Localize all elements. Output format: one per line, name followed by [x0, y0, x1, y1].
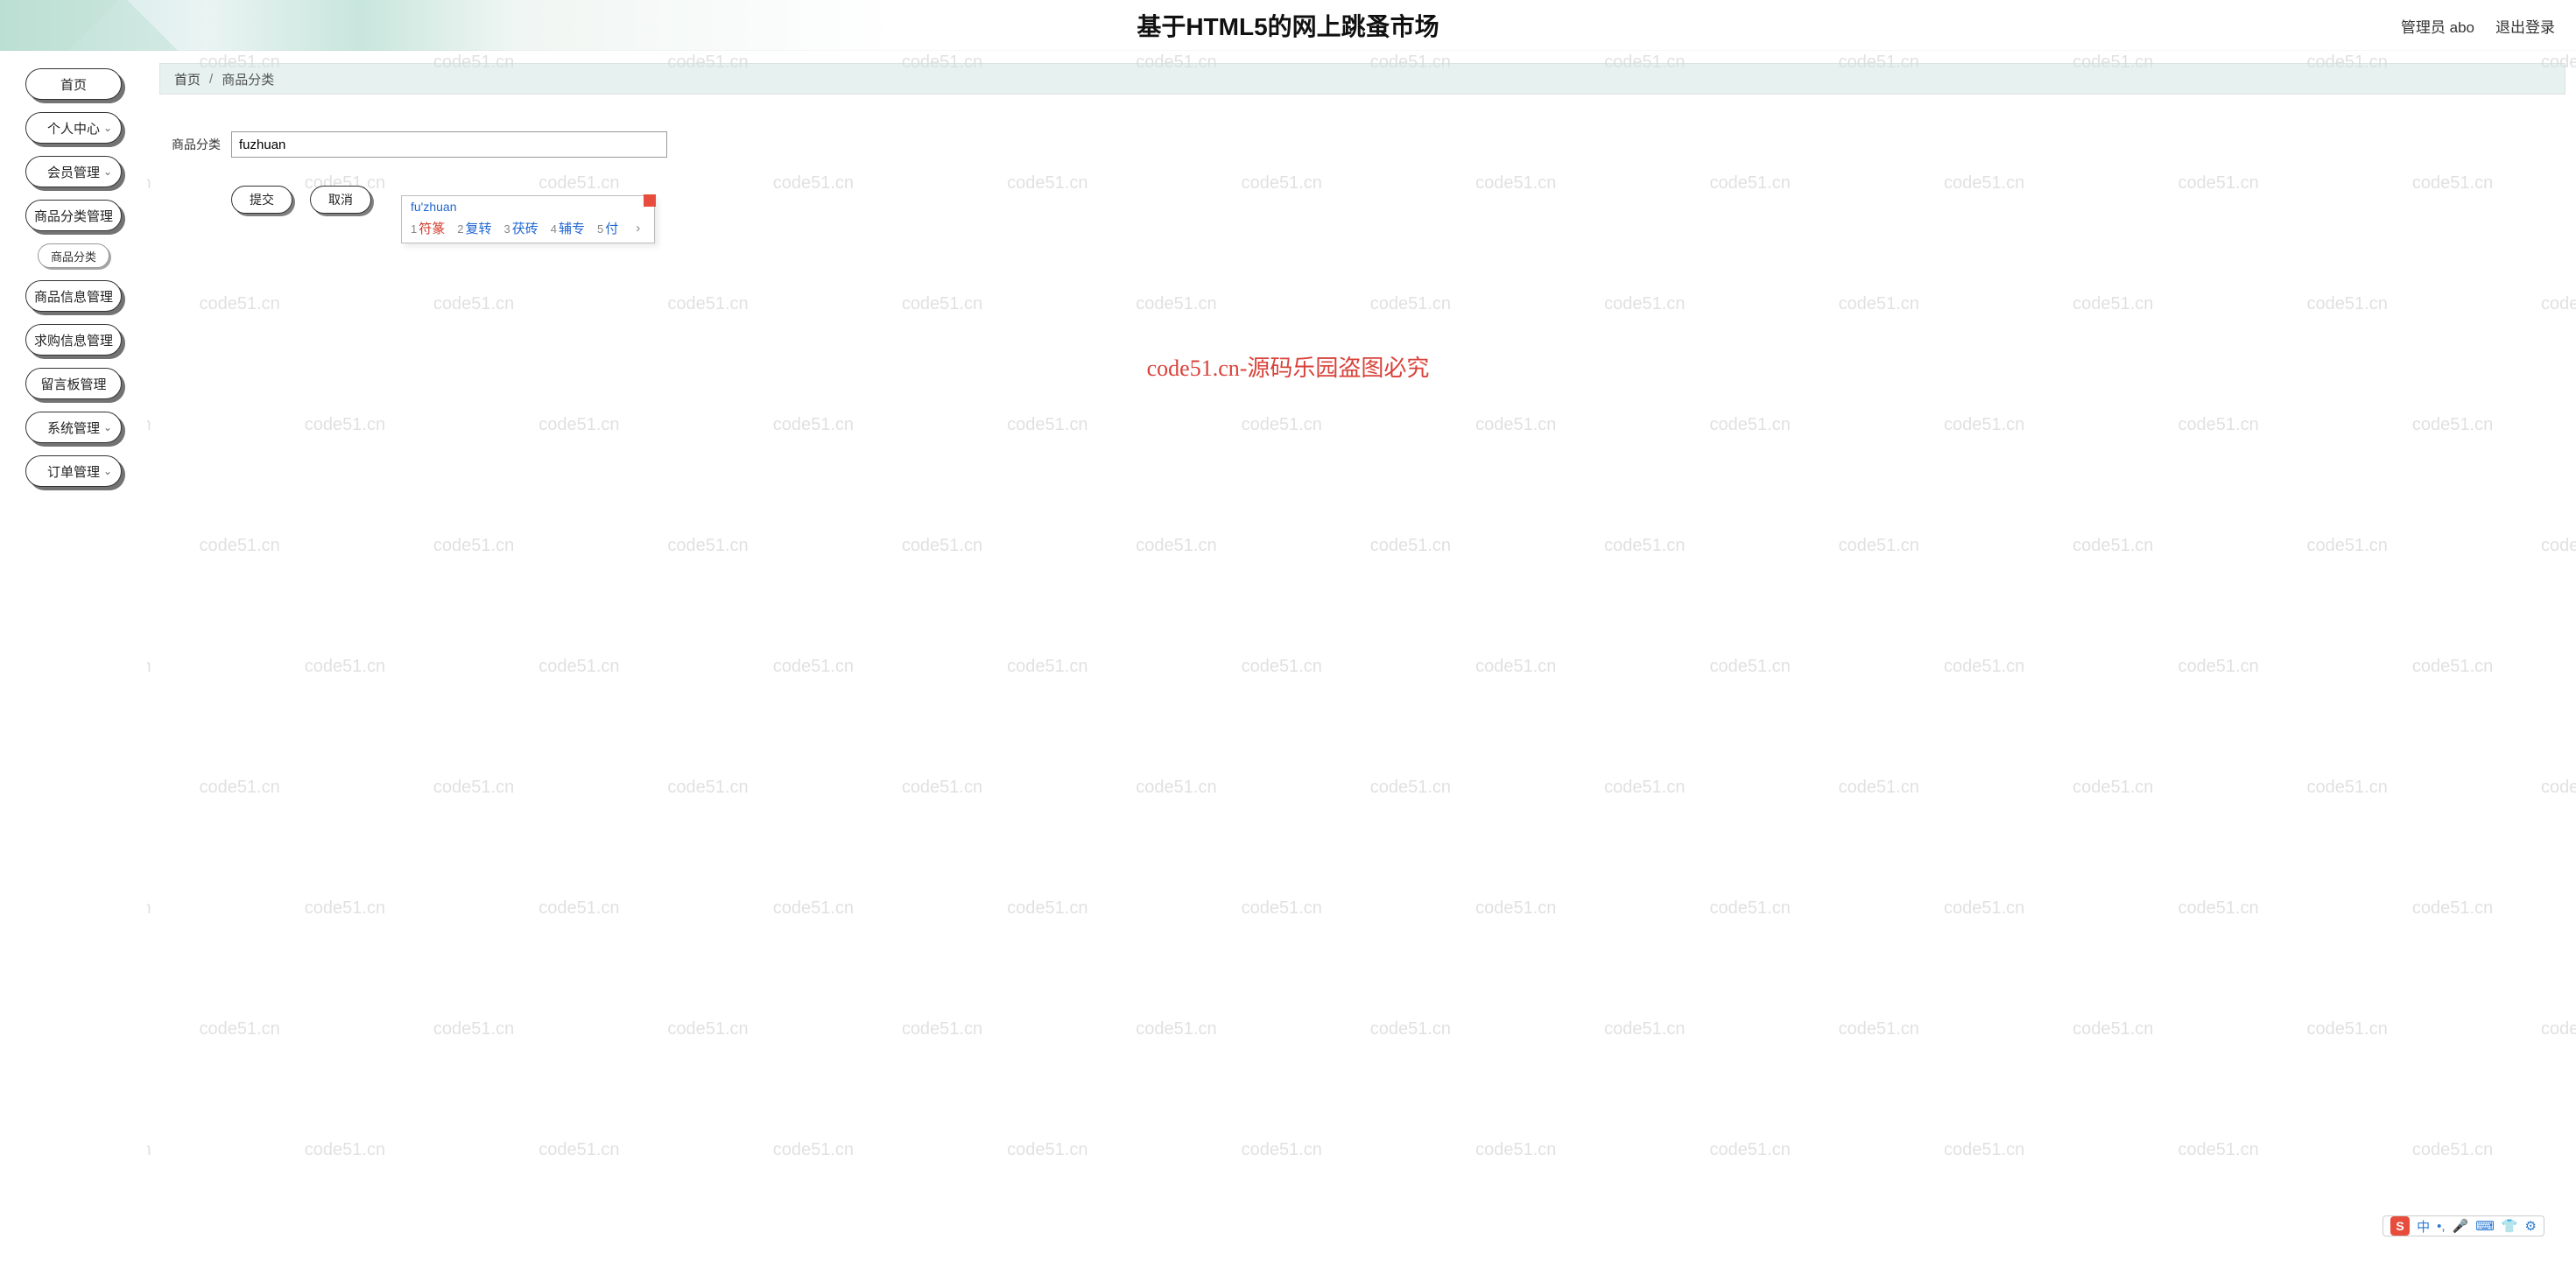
- ime-candidate-popup: fu'zhuan 1符篆 2复转 3茯砖 4辅专 5付 ›: [401, 195, 655, 243]
- ime-candidate-3[interactable]: 3茯砖: [504, 219, 538, 237]
- category-input[interactable]: [231, 131, 667, 158]
- ime-cand-text: 付: [605, 222, 618, 236]
- ime-softkbd-icon[interactable]: ⌨: [2475, 1218, 2495, 1234]
- nav-label: 求购信息管理: [34, 331, 113, 349]
- admin-label[interactable]: 管理员 abo: [2401, 15, 2474, 37]
- breadcrumb-separator: /: [209, 72, 213, 87]
- nav-category[interactable]: 商品分类管理: [25, 200, 122, 231]
- chevron-down-icon: ⌄: [103, 166, 112, 178]
- nav-label: 商品分类管理: [34, 207, 113, 225]
- nav-message[interactable]: 留言板管理: [25, 368, 122, 399]
- nav-label: 留言板管理: [40, 375, 106, 393]
- nav-wanted[interactable]: 求购信息管理: [25, 324, 122, 356]
- category-field-label: 商品分类: [159, 136, 221, 153]
- app-title: 基于HTML5的网上跳蚤市场: [1137, 8, 1439, 43]
- ime-punct-icon[interactable]: •,: [2437, 1219, 2445, 1234]
- ime-cand-num: 1: [411, 222, 417, 236]
- ime-next-page-icon[interactable]: ›: [636, 221, 640, 236]
- header-decoration: [0, 0, 543, 51]
- nav-label: 个人中心: [47, 119, 100, 137]
- app-header: 基于HTML5的网上跳蚤市场 管理员 abo 退出登录: [0, 0, 2576, 51]
- chevron-down-icon: ⌄: [103, 122, 112, 134]
- main-content: 首页 / 商品分类 商品分类 提交 取消 fu'zhuan 1符篆 2复转 3茯…: [159, 63, 2565, 1261]
- nav-members[interactable]: 会员管理 ⌄: [25, 156, 122, 187]
- ime-candidate-4[interactable]: 4辅专: [551, 219, 585, 237]
- ime-cand-text: 符篆: [419, 222, 445, 236]
- ime-cand-num: 4: [551, 222, 557, 236]
- cancel-button[interactable]: 取消: [310, 186, 371, 214]
- breadcrumb: 首页 / 商品分类: [159, 63, 2565, 95]
- ime-cand-text: 茯砖: [512, 222, 538, 236]
- breadcrumb-current: 商品分类: [222, 70, 274, 88]
- nav-order[interactable]: 订单管理 ⌄: [25, 455, 122, 487]
- sogou-logo-icon[interactable]: S: [2390, 1216, 2410, 1236]
- nav-system[interactable]: 系统管理 ⌄: [25, 412, 122, 443]
- ime-candidate-2[interactable]: 2复转: [457, 219, 491, 237]
- breadcrumb-home[interactable]: 首页: [174, 70, 201, 88]
- ime-cand-text: 复转: [465, 222, 491, 236]
- nav-product[interactable]: 商品信息管理: [25, 280, 122, 312]
- ime-cand-num: 2: [457, 222, 463, 236]
- ime-lang-icon[interactable]: 中: [2417, 1217, 2430, 1236]
- ime-pinyin: fu'zhuan: [402, 196, 654, 215]
- sidebar: 首页 个人中心 ⌄ 会员管理 ⌄ 商品分类管理 商品分类 商品信息管理 求购信息…: [0, 51, 147, 1261]
- ime-logo-corner: [644, 194, 656, 207]
- sub-category[interactable]: 商品分类: [38, 243, 109, 268]
- nav-label: 订单管理: [47, 462, 100, 481]
- ime-candidate-list: 1符篆 2复转 3茯砖 4辅专 5付 ›: [402, 215, 654, 243]
- ime-candidate-5[interactable]: 5付: [597, 219, 618, 237]
- ime-candidate-1[interactable]: 1符篆: [411, 219, 445, 237]
- nav-label: 首页: [60, 75, 87, 94]
- nav-label: 商品信息管理: [34, 287, 113, 306]
- ime-toolbar: S 中 •, 🎤 ⌨ 👕 ⚙: [2382, 1215, 2544, 1236]
- sub-label: 商品分类: [51, 248, 96, 264]
- header-right: 管理员 abo 退出登录: [2401, 0, 2555, 51]
- form-row-category: 商品分类: [159, 131, 2565, 158]
- ime-settings-icon[interactable]: ⚙: [2525, 1218, 2537, 1234]
- ime-cand-text: 辅专: [559, 222, 585, 236]
- logout-link[interactable]: 退出登录: [2495, 15, 2555, 37]
- submit-button[interactable]: 提交: [231, 186, 292, 214]
- ime-voice-icon[interactable]: 🎤: [2453, 1218, 2469, 1234]
- chevron-down-icon: ⌄: [103, 421, 112, 433]
- nav-label: 系统管理: [47, 419, 100, 437]
- ime-cand-num: 5: [597, 222, 603, 236]
- nav-label: 会员管理: [47, 163, 100, 181]
- chevron-down-icon: ⌄: [103, 465, 112, 477]
- nav-personal[interactable]: 个人中心 ⌄: [25, 112, 122, 144]
- ime-cand-num: 3: [504, 222, 510, 236]
- ime-skin-icon[interactable]: 👕: [2502, 1218, 2518, 1234]
- nav-home[interactable]: 首页: [25, 68, 122, 100]
